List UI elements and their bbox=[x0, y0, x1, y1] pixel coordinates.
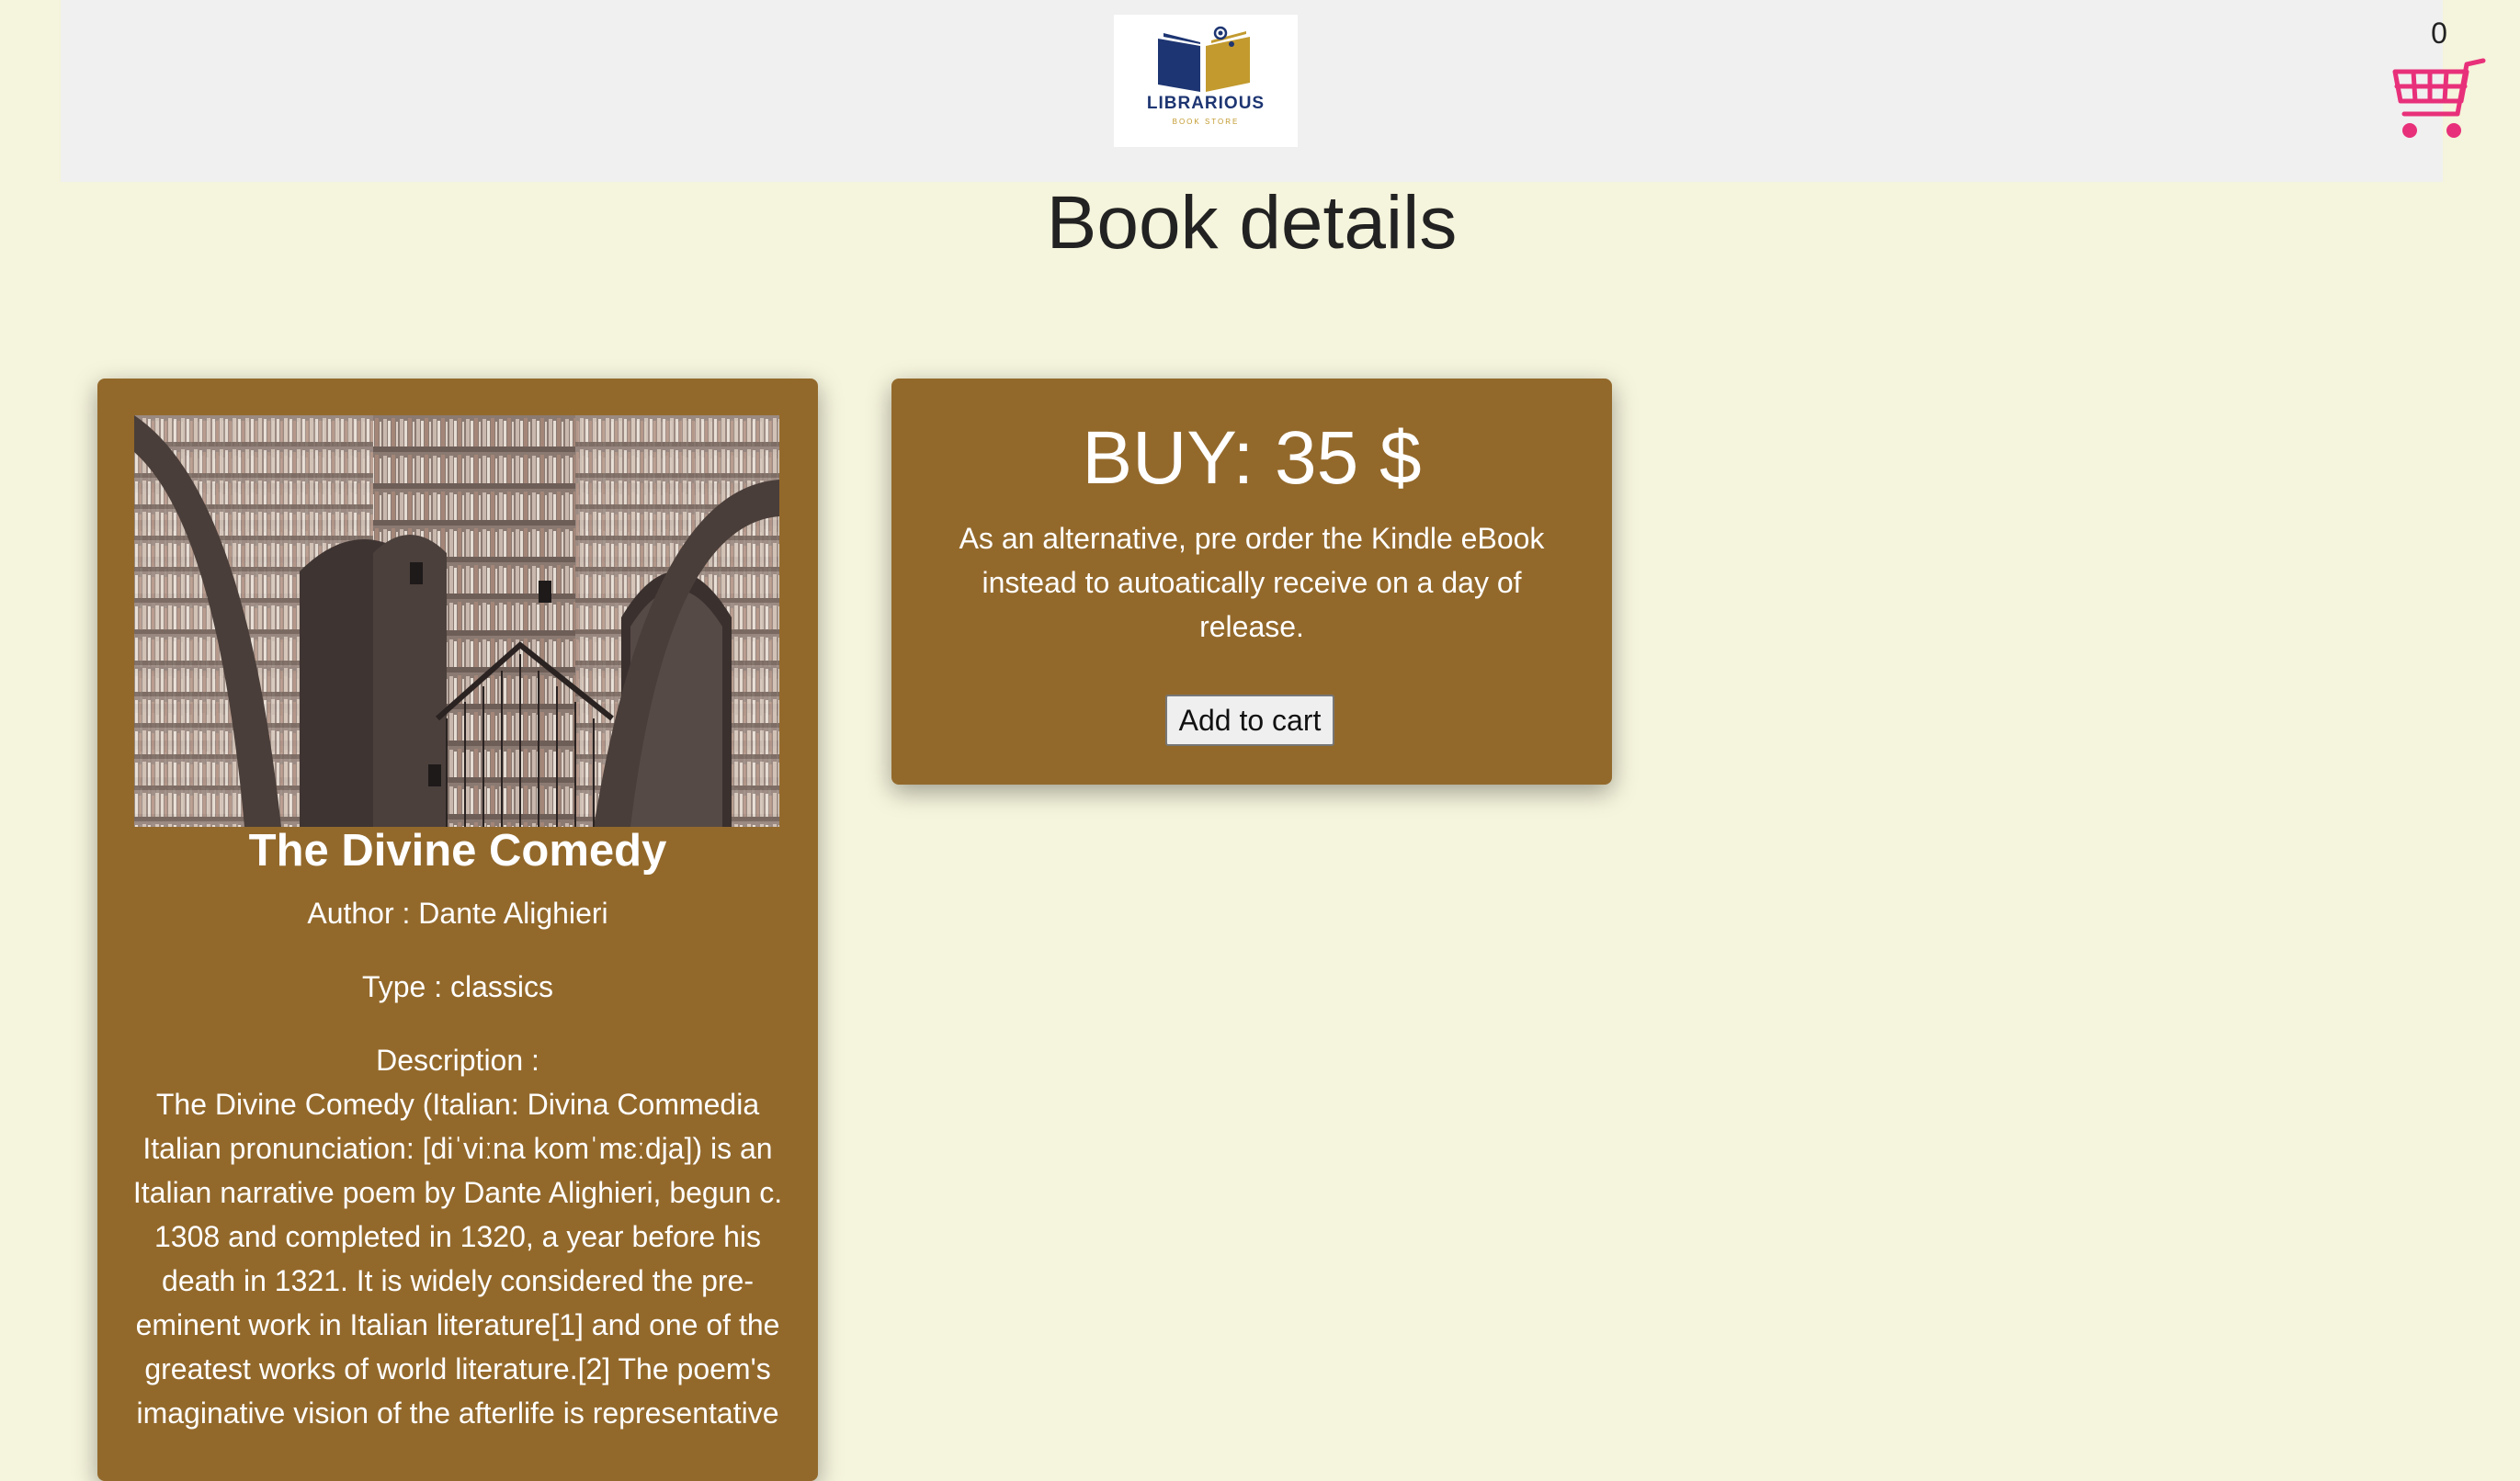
logo-subtitle: BOOK STORE bbox=[1172, 118, 1240, 126]
buy-card: BUY: 35 $ As an alternative, pre order t… bbox=[891, 379, 1612, 785]
book-logo-icon bbox=[1158, 26, 1250, 92]
book-title: The Divine Comedy bbox=[248, 826, 667, 876]
page-title: Book details bbox=[1046, 181, 1458, 265]
logo-title: LIBRARIOUS bbox=[1146, 94, 1266, 113]
book-type: Type : classics bbox=[361, 970, 554, 1003]
buy-price: BUY: 35 $ bbox=[1082, 416, 1422, 500]
cart-count: 0 bbox=[2431, 17, 2447, 50]
kindle-preorder-note: As an alternative, pre order the Kindle … bbox=[959, 522, 1545, 643]
book-cover-image bbox=[134, 415, 779, 827]
book-description: The Divine Comedy (Italian: Divina Comme… bbox=[132, 1088, 783, 1430]
shopping-cart-icon[interactable] bbox=[2391, 55, 2487, 143]
site-header: LIBRARIOUS BOOK STORE 0 bbox=[61, 0, 2486, 182]
book-details-card: The Divine Comedy Author : Dante Alighie… bbox=[97, 379, 818, 1481]
description-label: Description : bbox=[376, 1044, 539, 1077]
book-author: Author : Dante Alighieri bbox=[307, 897, 608, 930]
add-to-cart-button[interactable]: Add to cart bbox=[1165, 695, 1334, 746]
store-logo[interactable]: LIBRARIOUS BOOK STORE bbox=[1114, 15, 1298, 147]
library-photo bbox=[134, 415, 779, 827]
